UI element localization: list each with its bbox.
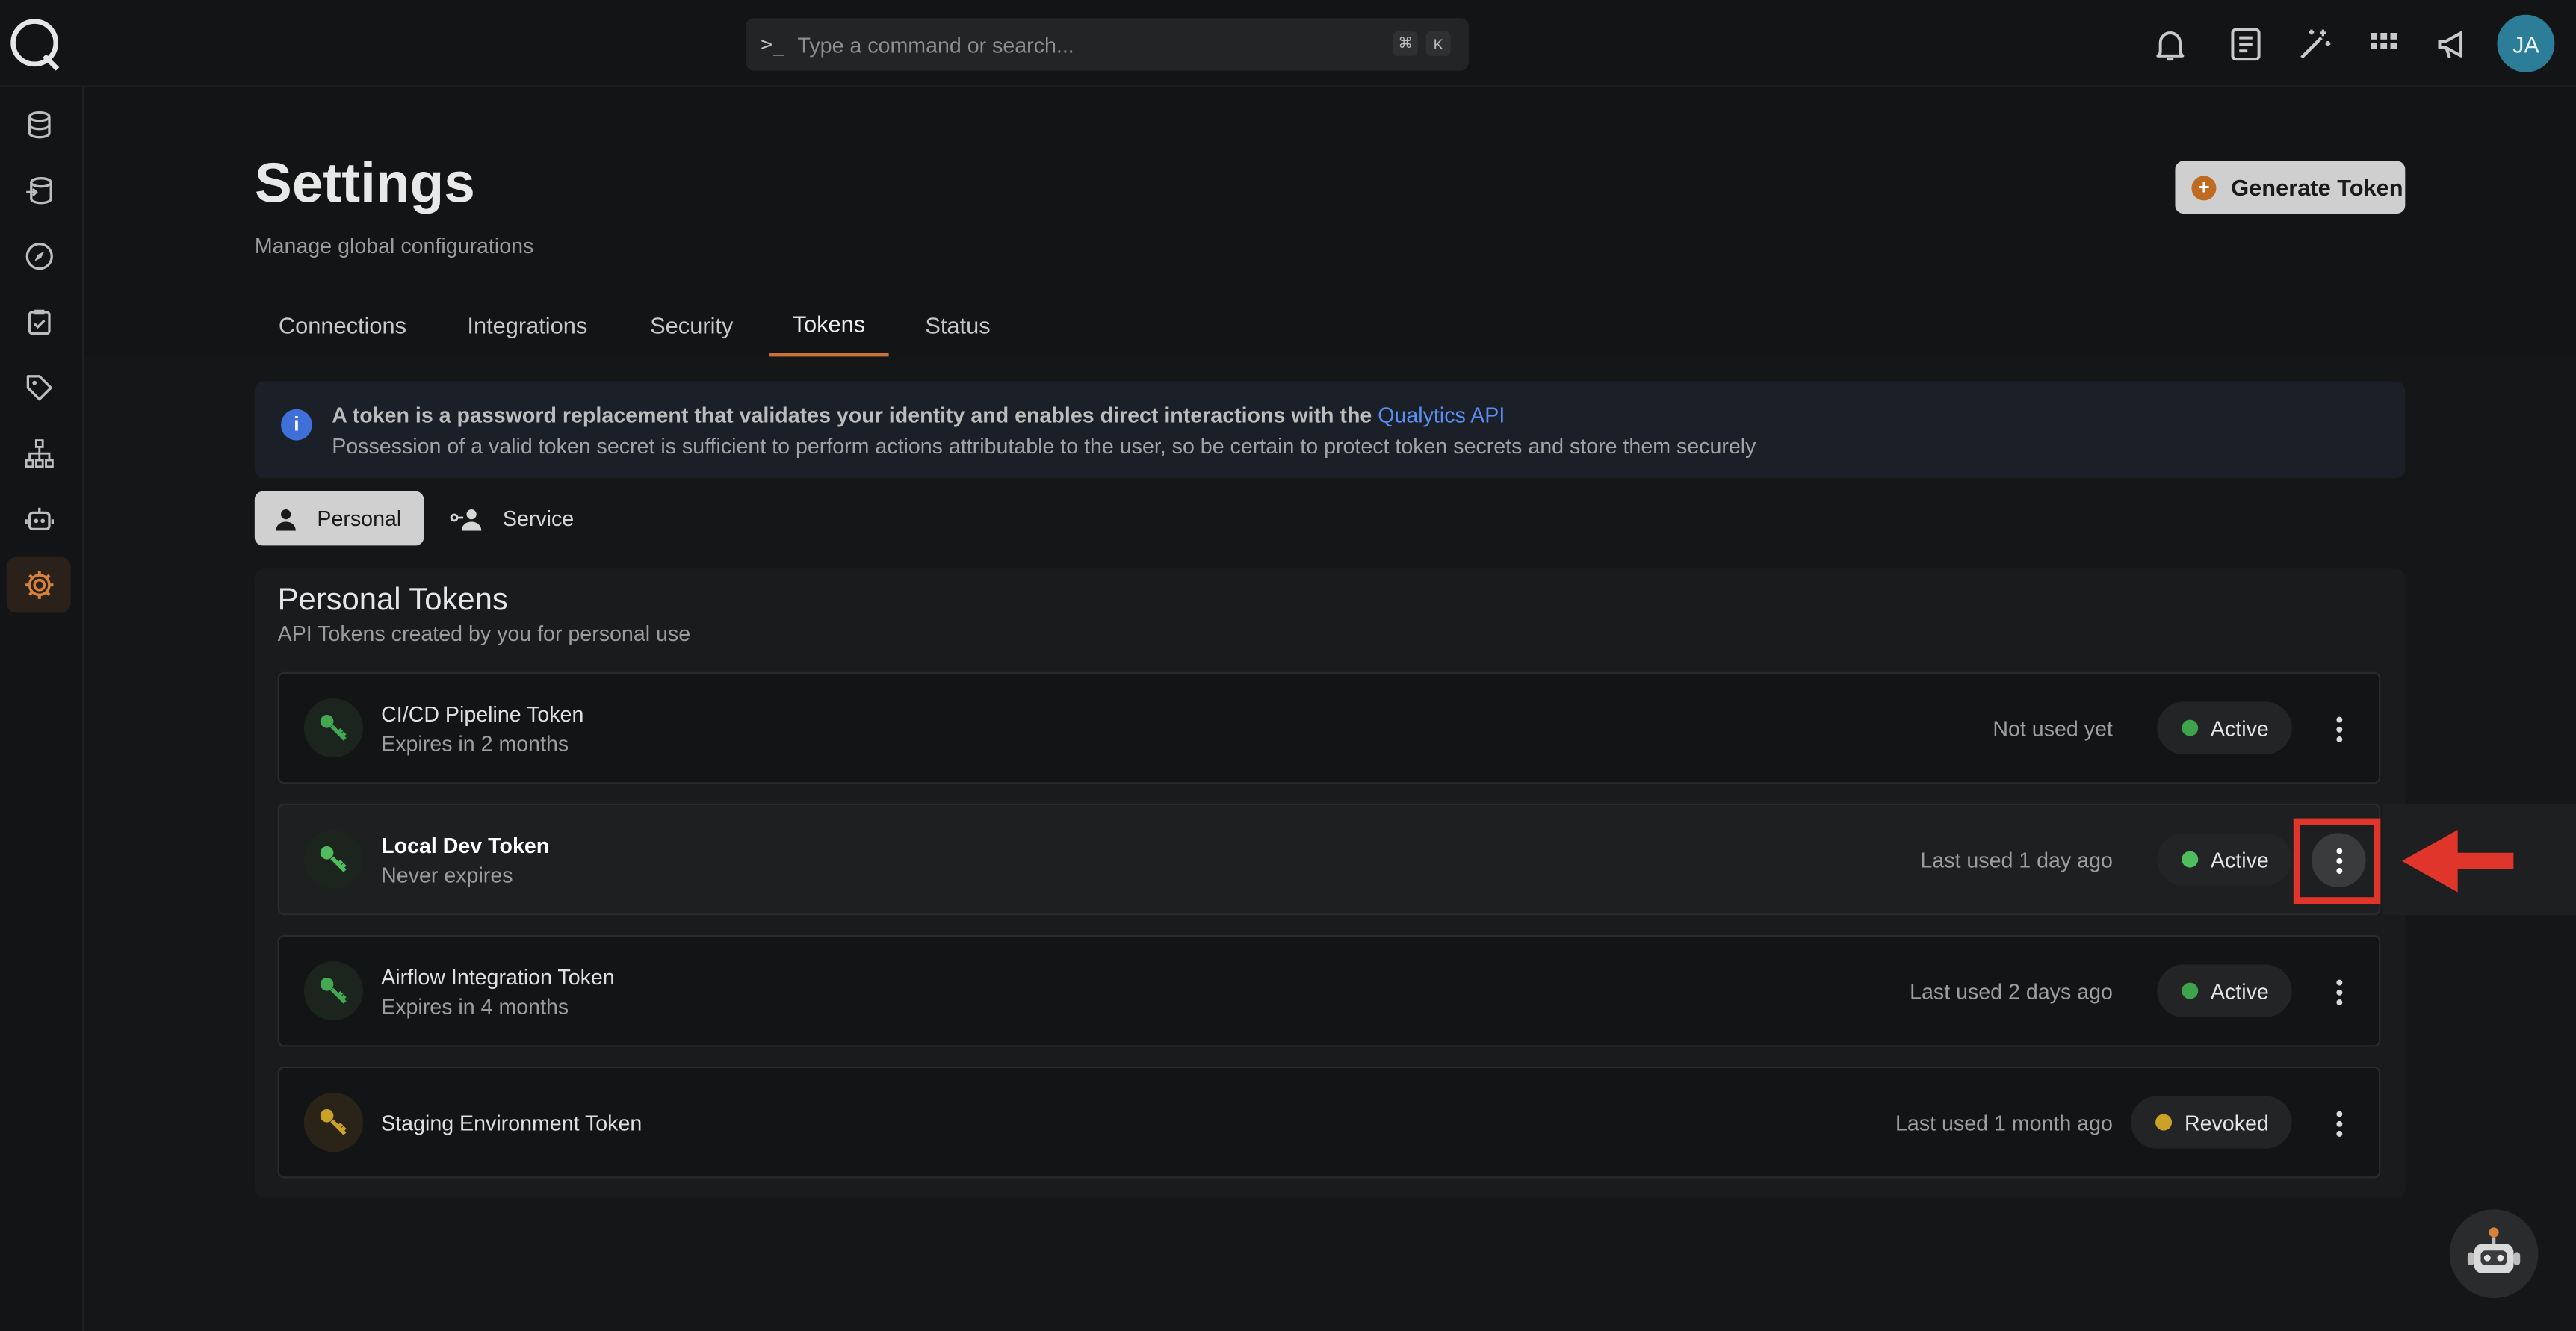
tab-integrations[interactable]: Integrations [447, 293, 608, 357]
robot-assistant-icon [2467, 1227, 2521, 1273]
status-badge: Active [2156, 701, 2292, 754]
sidebar-item-settings[interactable] [6, 556, 71, 613]
tab-tokens[interactable]: Tokens [769, 293, 889, 357]
status-label: Active [2210, 716, 2269, 741]
status-label: Active [2210, 978, 2269, 1004]
status-dot [2155, 1114, 2172, 1131]
key-icon [303, 830, 363, 890]
token-last-used: Last used 2 days ago [1910, 979, 2113, 1005]
token-expiry: Expires in 2 months [381, 731, 569, 756]
command-search[interactable]: >_ Type a command or search... ⌘ K [746, 18, 1469, 71]
megaphone-icon[interactable] [2433, 25, 2473, 64]
info-line-1: A token is a password replacement that v… [332, 403, 1378, 427]
annotation-highlight-box [2293, 818, 2381, 904]
panel-subtitle: API Tokens created by you for personal u… [277, 621, 691, 646]
database-arrow-icon [25, 177, 52, 205]
apps-grid-icon[interactable] [2364, 25, 2403, 64]
user-avatar[interactable]: JA [2497, 14, 2555, 72]
status-dot [2181, 851, 2198, 868]
qualytics-api-link[interactable]: Qualytics API [1378, 403, 1505, 427]
status-badge: Revoked [2130, 1096, 2292, 1149]
token-expiry: Never expires [381, 863, 513, 887]
sidebar-item-checks[interactable] [7, 294, 71, 350]
compass-icon [25, 243, 52, 270]
token-last-used: Not used yet [1993, 716, 2113, 742]
segment-service[interactable]: Service [444, 491, 592, 546]
status-label: Active [2210, 847, 2269, 872]
sidebar-item-enrichment[interactable] [7, 163, 71, 219]
token-row[interactable]: Local Dev Token Never expires Last used … [277, 803, 2381, 916]
kebab-menu-icon [2335, 1110, 2342, 1136]
info-icon: i [281, 409, 312, 441]
clipboard-check-icon [27, 309, 50, 335]
search-placeholder: Type a command or search... [797, 31, 1074, 57]
generate-token-label: Generate Token [2231, 174, 2403, 201]
sidebar-item-lineage[interactable] [7, 426, 71, 482]
tag-icon [25, 375, 52, 401]
segment-service-label: Service [502, 506, 575, 531]
kbd-k: K [1425, 31, 1451, 56]
assistant-bot-button[interactable] [2449, 1209, 2539, 1298]
status-dot [2181, 982, 2198, 999]
token-name: Local Dev Token [381, 833, 550, 858]
token-expiry: Expires in 4 months [381, 994, 569, 1019]
key-icon [303, 961, 363, 1021]
key-icon [303, 698, 363, 758]
status-badge: Active [2156, 964, 2292, 1017]
info-banner: i A token is a password replacement that… [254, 381, 2406, 479]
page-title: Settings [254, 152, 475, 216]
robot-icon [24, 507, 53, 531]
bell-icon[interactable] [2150, 25, 2190, 64]
status-badge: Active [2156, 833, 2292, 886]
more-options-button[interactable] [2312, 964, 2366, 1019]
kebab-menu-icon [2335, 716, 2342, 742]
sidebar [0, 87, 84, 1331]
gear-icon [24, 571, 53, 599]
tab-security[interactable]: Security [626, 293, 758, 357]
sidebar-item-agents[interactable] [7, 491, 71, 547]
token-name: Staging Environment Token [381, 1111, 643, 1136]
key-icon [303, 1093, 363, 1152]
terminal-prompt-icon: >_ [761, 33, 784, 56]
top-bar: >_ Type a command or search... ⌘ K JA [0, 0, 2576, 87]
generate-token-button[interactable]: + Generate Token [2175, 161, 2406, 214]
magic-wand-icon[interactable] [2295, 25, 2335, 64]
segment-personal[interactable]: Personal [254, 491, 424, 546]
token-name: CI/CD Pipeline Token [381, 701, 584, 727]
person-icon [276, 508, 296, 530]
token-last-used: Last used 1 day ago [1920, 848, 2113, 873]
document-icon[interactable] [2226, 25, 2266, 64]
more-options-button[interactable] [2312, 1096, 2366, 1150]
token-name: Airflow Integration Token [381, 964, 615, 990]
more-options-button[interactable] [2312, 701, 2366, 756]
panel-title: Personal Tokens [277, 583, 508, 618]
page-subtitle: Manage global configurations [254, 233, 534, 258]
tab-status[interactable]: Status [903, 293, 1012, 357]
sidebar-item-datastores[interactable] [7, 97, 71, 153]
token-last-used: Last used 1 month ago [1895, 1111, 2113, 1136]
plus-circle-icon: + [2191, 175, 2217, 200]
sidebar-item-explore[interactable] [7, 229, 71, 285]
token-row[interactable]: CI/CD Pipeline Token Expires in 2 months… [277, 671, 2381, 784]
tab-connections[interactable]: Connections [255, 293, 430, 357]
kbd-cmd: ⌘ [1393, 31, 1418, 56]
database-icon [27, 111, 50, 139]
app-logo-icon[interactable] [8, 16, 63, 71]
sidebar-item-tags[interactable] [7, 360, 71, 416]
kebab-menu-icon [2335, 978, 2342, 1005]
segment-personal-label: Personal [317, 506, 402, 531]
annotation-arrow-icon [2401, 830, 2514, 893]
hierarchy-icon [24, 439, 53, 468]
service-account-icon [450, 508, 482, 530]
status-dot [2181, 719, 2198, 736]
info-line-2: Possession of a valid token secret is su… [332, 433, 1756, 459]
token-row[interactable]: Airflow Integration Token Expires in 4 m… [277, 934, 2381, 1047]
token-row[interactable]: Staging Environment Token Last used 1 mo… [277, 1066, 2381, 1179]
status-label: Revoked [2184, 1110, 2269, 1135]
